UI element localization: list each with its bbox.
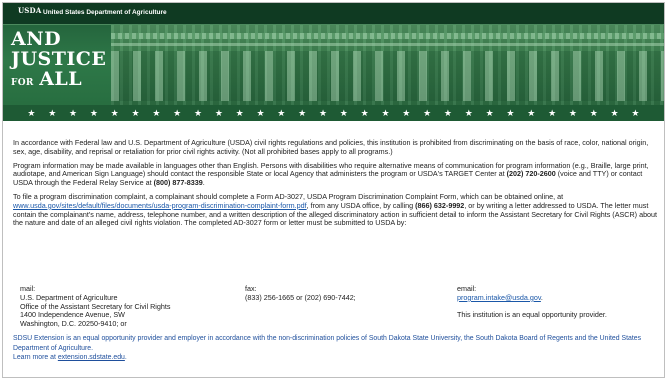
mail-line-4: Washington, D.C. 20250-9410; or — [20, 319, 127, 329]
star-icon: ★ — [568, 107, 577, 118]
star-icon: ★ — [402, 107, 411, 118]
target-center-phone: (202) 720-2600 — [506, 169, 556, 179]
title-justice: JUSTICE — [11, 48, 107, 70]
title-for: FOR — [11, 78, 34, 88]
usda-logo: USDA — [18, 6, 42, 15]
star-icon: ★ — [152, 107, 161, 118]
stars-row: ★ ★ ★ ★ ★ ★ ★ ★ ★ ★ ★ ★ ★ ★ ★ ★ ★ ★ ★ ★ ★ ★ ★ ★ ★ ★ ★ ★ ★ ★ — [3, 105, 664, 121]
building-columns — [111, 51, 664, 101]
star-icon: ★ — [110, 107, 119, 118]
learn-more-prefix: Learn more at — [13, 354, 58, 362]
email-contact: email: program.intake@usda.gov. This ins… — [457, 284, 607, 320]
title-all: ALL — [39, 68, 83, 90]
star-icon: ★ — [131, 107, 140, 118]
banner-title: AND JUSTICE FOR ALL — [11, 29, 131, 93]
agency-name: United States Department of Agriculture — [43, 9, 167, 16]
star-icon: ★ — [589, 107, 598, 118]
para2-text-c: . — [202, 178, 205, 188]
star-icon: ★ — [631, 107, 640, 118]
statement-paragraph-3: To file a program discrimination complai… — [13, 191, 658, 228]
complaint-form-link[interactable]: www.usda.gov/sites/default/files/documen… — [13, 201, 307, 210]
complaint-phone: (866) 632-9992 — [415, 200, 465, 210]
star-icon: ★ — [69, 107, 78, 118]
extension-link[interactable]: extension.sdstate.edu — [58, 354, 125, 361]
equal-opportunity-note: This institution is an equal opportunity… — [457, 310, 607, 320]
star-icon: ★ — [506, 107, 515, 118]
star-icon: ★ — [89, 107, 98, 118]
usda-top-bar: USDA United States Department of Agricul… — [3, 3, 664, 25]
star-icon: ★ — [256, 107, 265, 118]
email-suffix: . — [540, 292, 543, 302]
para3-text-a: To file a program discrimination complai… — [13, 191, 564, 201]
star-icon: ★ — [27, 107, 36, 118]
star-icon: ★ — [173, 107, 182, 118]
para3-text-b: , from any USDA office, by calling — [306, 200, 416, 210]
statement-paragraph-2: Program information may be made availabl… — [13, 161, 658, 188]
fax-contact: fax: (833) 256-1665 or (202) 690-7442; — [245, 284, 356, 303]
footer-learn-more: Learn more at extension.sdstate.edu. — [13, 353, 653, 363]
star-icon: ★ — [381, 107, 390, 118]
building-frieze — [111, 43, 664, 46]
building-cornice — [111, 33, 664, 39]
star-icon: ★ — [485, 107, 494, 118]
fax-value: (833) 256-1665 or (202) 690-7442; — [245, 292, 356, 302]
footer-statement: SDSU Extension is an equal opportunity p… — [13, 335, 642, 352]
star-icon: ★ — [423, 107, 432, 118]
star-icon: ★ — [193, 107, 203, 118]
learn-more-suffix: . — [124, 354, 127, 362]
federal-relay-phone: (800) 877-8339 — [153, 178, 203, 188]
star-icon: ★ — [610, 107, 619, 118]
star-icon: ★ — [214, 107, 223, 118]
star-icon: ★ — [464, 107, 473, 118]
star-icon: ★ — [318, 107, 328, 118]
email-link[interactable]: program.intake@usda.gov — [457, 293, 541, 302]
title-for-all: FOR ALL — [11, 69, 131, 93]
star-icon: ★ — [360, 107, 369, 118]
star-icon: ★ — [548, 107, 557, 118]
star-icon: ★ — [527, 107, 536, 118]
sdsu-footer: SDSU Extension is an equal opportunity p… — [13, 334, 653, 363]
star-icon: ★ — [277, 107, 286, 118]
mail-contact: mail: U.S. Department of Agriculture Off… — [20, 284, 170, 329]
star-icon: ★ — [339, 107, 348, 118]
title-and: AND — [11, 28, 62, 50]
star-icon: ★ — [298, 107, 307, 118]
statement-paragraph-1: In accordance with Federal law and U.S. … — [13, 138, 649, 156]
and-justice-for-all-banner: USDA United States Department of Agricul… — [3, 3, 664, 121]
star-icon: ★ — [235, 107, 244, 118]
nondiscrimination-statement: In accordance with Federal law and U.S. … — [13, 138, 658, 233]
email-line: program.intake@usda.gov. — [457, 292, 607, 303]
star-icon: ★ — [443, 107, 452, 118]
star-icon: ★ — [48, 107, 57, 118]
